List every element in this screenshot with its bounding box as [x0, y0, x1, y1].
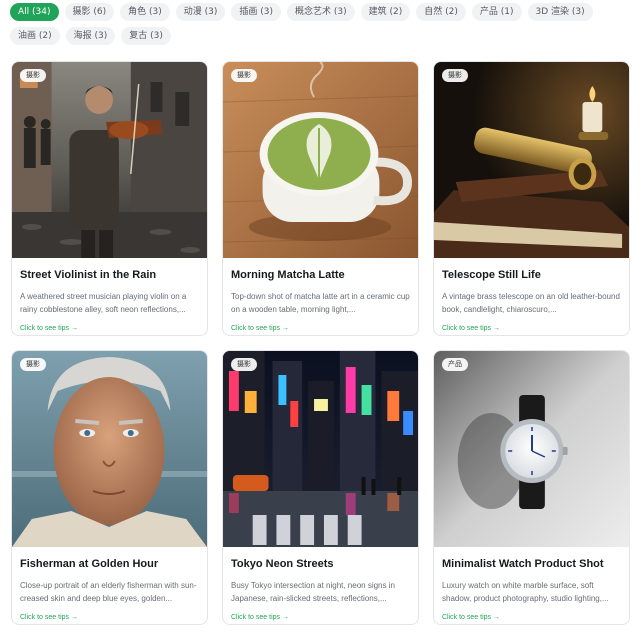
card-description: Close-up portrait of an elderly fisherma… — [20, 581, 197, 603]
prompt-card-grid: 摄影 Street Violinist in the Rain A weathe… — [11, 61, 630, 625]
prompt-card[interactable]: 摄影 Tokyo Neon Streets Busy Tokyo interse… — [222, 350, 419, 625]
filter-chip-product[interactable]: 产品 (1) — [471, 3, 522, 21]
prompt-card[interactable]: 摄影 Telescope Still Life A vintage brass … — [433, 61, 630, 336]
see-tips-link[interactable]: Click to see tips → — [231, 325, 410, 332]
prompt-card[interactable]: 摄影 Fisherman at Golden Hour Close-up por… — [11, 350, 208, 625]
card-title: Tokyo Neon Streets — [231, 558, 334, 570]
card-image: 产品 — [434, 351, 629, 547]
see-tips-link[interactable]: Click to see tips → — [442, 325, 621, 332]
see-tips-link[interactable]: Click to see tips → — [231, 614, 410, 621]
filter-chip-anime[interactable]: 动漫 (3) — [175, 3, 226, 21]
card-image: 摄影 — [223, 62, 418, 258]
filter-chip-illustration[interactable]: 插画 (3) — [231, 3, 281, 21]
category-tag: 摄影 — [231, 69, 257, 82]
category-tag: 摄影 — [442, 69, 468, 82]
filter-chip-3d-render[interactable]: 3D 渲染 (3) — [527, 3, 593, 21]
category-tag: 产品 — [442, 358, 468, 371]
card-description: Luxury watch on white marble surface, so… — [442, 581, 609, 603]
prompt-card[interactable]: 产品 Minimalist Watch Product Shot Luxury … — [433, 350, 630, 625]
prompt-card[interactable]: 摄影 Street Violinist in the Rain A weathe… — [11, 61, 208, 336]
see-tips-link[interactable]: Click to see tips → — [20, 325, 199, 332]
category-filter-bar: All (34) 摄影 (6) 角色 (3) 动漫 (3) 插画 (3) 概念艺… — [10, 3, 635, 45]
card-description: Busy Tokyo intersection at night, neon s… — [231, 581, 395, 603]
see-tips-link[interactable]: Click to see tips → — [442, 614, 621, 621]
filter-chip-concept-art[interactable]: 概念艺术 (3) — [287, 3, 355, 21]
card-title: Morning Matcha Latte — [231, 269, 345, 281]
category-tag: 摄影 — [20, 358, 46, 371]
card-title: Telescope Still Life — [442, 269, 541, 281]
card-title: Minimalist Watch Product Shot — [442, 558, 604, 570]
filter-chip-character[interactable]: 角色 (3) — [120, 3, 170, 21]
filter-chip-nature[interactable]: 自然 (2) — [416, 3, 466, 21]
card-description: A weathered street musician playing viol… — [20, 292, 187, 314]
category-tag: 摄影 — [20, 69, 46, 82]
card-image: 摄影 — [12, 62, 207, 258]
filter-chip-poster[interactable]: 海报 (3) — [65, 27, 116, 45]
filter-chip-architecture[interactable]: 建筑 (2) — [360, 3, 411, 21]
card-image: 摄影 — [434, 62, 629, 258]
filter-chip-retro[interactable]: 复古 (3) — [121, 27, 171, 45]
card-description: A vintage brass telescope on an old leat… — [442, 292, 620, 314]
card-image: 摄影 — [223, 351, 418, 547]
card-image: 摄影 — [12, 351, 207, 547]
filter-chip-photography[interactable]: 摄影 (6) — [64, 3, 115, 21]
card-description: Top-down shot of matcha latte art in a c… — [231, 292, 410, 314]
card-title: Street Violinist in the Rain — [20, 269, 157, 281]
filter-chip-oil-painting[interactable]: 油画 (2) — [10, 27, 60, 45]
filter-chip-all[interactable]: All (34) — [10, 3, 59, 21]
prompt-card[interactable]: 摄影 Morning Matcha Latte Top-down shot of… — [222, 61, 419, 336]
category-tag: 摄影 — [231, 358, 257, 371]
see-tips-link[interactable]: Click to see tips → — [20, 614, 199, 621]
card-title: Fisherman at Golden Hour — [20, 558, 159, 570]
